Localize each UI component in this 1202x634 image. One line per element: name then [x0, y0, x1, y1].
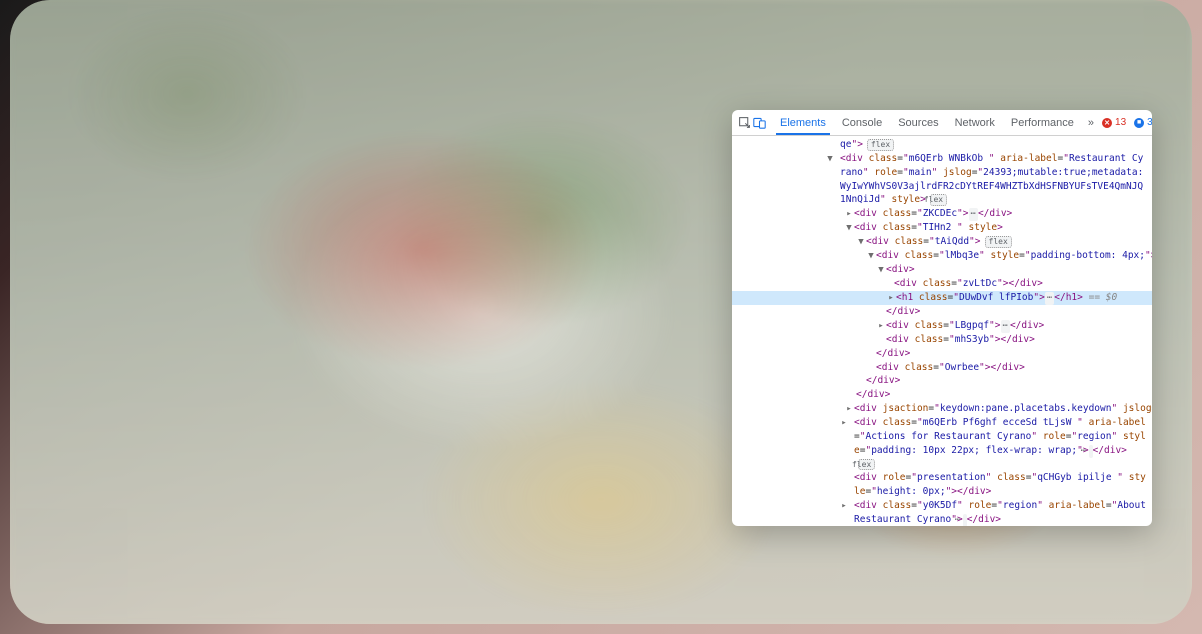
dom-line[interactable]: ▸<div class="LBgpqf">⋯</div> [732, 319, 1152, 333]
dom-line[interactable]: ▼<div class="lMbq3e" style="padding-bott… [732, 249, 1152, 263]
tab-performance[interactable]: Performance [1003, 110, 1082, 135]
inspect-icon[interactable] [738, 114, 751, 132]
expand-caret-icon[interactable]: ▸ [844, 417, 854, 430]
dom-line[interactable]: <div class="Owrbee"></div> [732, 361, 1152, 375]
dom-line[interactable]: </div> [732, 347, 1152, 361]
expand-caret-icon[interactable]: ▸ [844, 403, 854, 416]
devtools-panel: Elements Console Sources Network Perform… [732, 110, 1152, 526]
toolbar-right: ✕ 13 ■ 34 [1102, 114, 1152, 132]
devtools-toolbar: Elements Console Sources Network Perform… [732, 110, 1152, 136]
expand-caret-icon[interactable]: ▼ [844, 222, 854, 235]
main-card: Elements Console Sources Network Perform… [10, 0, 1192, 624]
expand-caret-icon[interactable]: ▼ [830, 153, 840, 166]
dom-line[interactable]: <div class="mhS3yb"></div> [732, 333, 1152, 347]
expand-caret-icon[interactable]: ▼ [866, 250, 876, 263]
issue-badge[interactable]: ■ 34 [1134, 117, 1152, 128]
elements-tree[interactable]: qe">flex ▼<div class="m6QErb WNBkOb " ar… [732, 136, 1152, 526]
dom-line[interactable]: <div role="presentation" class="qCHGyb i… [732, 471, 1152, 499]
dom-line[interactable]: <div class="zvLtDc"></div> [732, 277, 1152, 291]
dom-line[interactable]: ▼<div> [732, 263, 1152, 277]
error-count: 13 [1115, 117, 1126, 128]
dom-line[interactable]: ▸<div class="ZKCDEc">⋯</div> [732, 207, 1152, 221]
flex-badge[interactable]: flex [867, 139, 894, 151]
dom-line-selected[interactable]: ▸<h1 class="DUwDvf lfPIob">⋯</h1> == $0 [732, 291, 1152, 305]
tab-console[interactable]: Console [834, 110, 890, 135]
tab-sources[interactable]: Sources [890, 110, 946, 135]
flex-badge[interactable]: flex [858, 459, 875, 471]
error-dot-icon: ✕ [1102, 118, 1112, 128]
dom-line[interactable]: </div> [732, 374, 1152, 388]
error-badge[interactable]: ✕ 13 [1102, 117, 1126, 128]
issue-count: 34 [1147, 117, 1152, 128]
dom-line[interactable]: </div> [732, 388, 1152, 402]
dom-line[interactable]: ▼<div class="m6QErb WNBkOb " aria-label=… [732, 152, 1152, 207]
expand-caret-icon[interactable]: ▸ [876, 320, 886, 333]
dom-line[interactable]: ▼<div class="tAiQdd">flex [732, 235, 1152, 249]
devtools-tabs: Elements Console Sources Network Perform… [772, 110, 1100, 135]
dom-line[interactable]: ▸<div class="y0K5Df" role="region" aria-… [732, 499, 1152, 526]
expand-caret-icon[interactable]: ▸ [844, 208, 854, 221]
tab-elements[interactable]: Elements [772, 110, 834, 135]
expand-caret-icon[interactable]: ▸ [844, 500, 854, 513]
dom-line[interactable]: ▸<div jsaction="keydown:pane.placetabs.k… [732, 402, 1152, 416]
tab-network[interactable]: Network [947, 110, 1003, 135]
issue-dot-icon: ■ [1134, 118, 1144, 128]
device-toggle-icon[interactable] [753, 114, 766, 132]
expand-caret-icon[interactable]: ▼ [856, 236, 866, 249]
expand-caret-icon[interactable]: ▸ [886, 292, 896, 305]
dom-line[interactable]: ▸<div class="m6QErb Pf6ghf ecceSd tLjsW … [732, 416, 1152, 472]
tabs-overflow-icon[interactable]: » [1082, 117, 1100, 129]
flex-badge[interactable]: flex [985, 236, 1012, 248]
flex-badge[interactable]: flex [930, 194, 947, 206]
dom-line[interactable]: qe">flex [732, 138, 1152, 152]
dom-line[interactable]: </div> [732, 305, 1152, 319]
dom-line[interactable]: ▼<div class="TIHn2 " style> [732, 221, 1152, 235]
expand-caret-icon[interactable]: ▼ [876, 264, 886, 277]
